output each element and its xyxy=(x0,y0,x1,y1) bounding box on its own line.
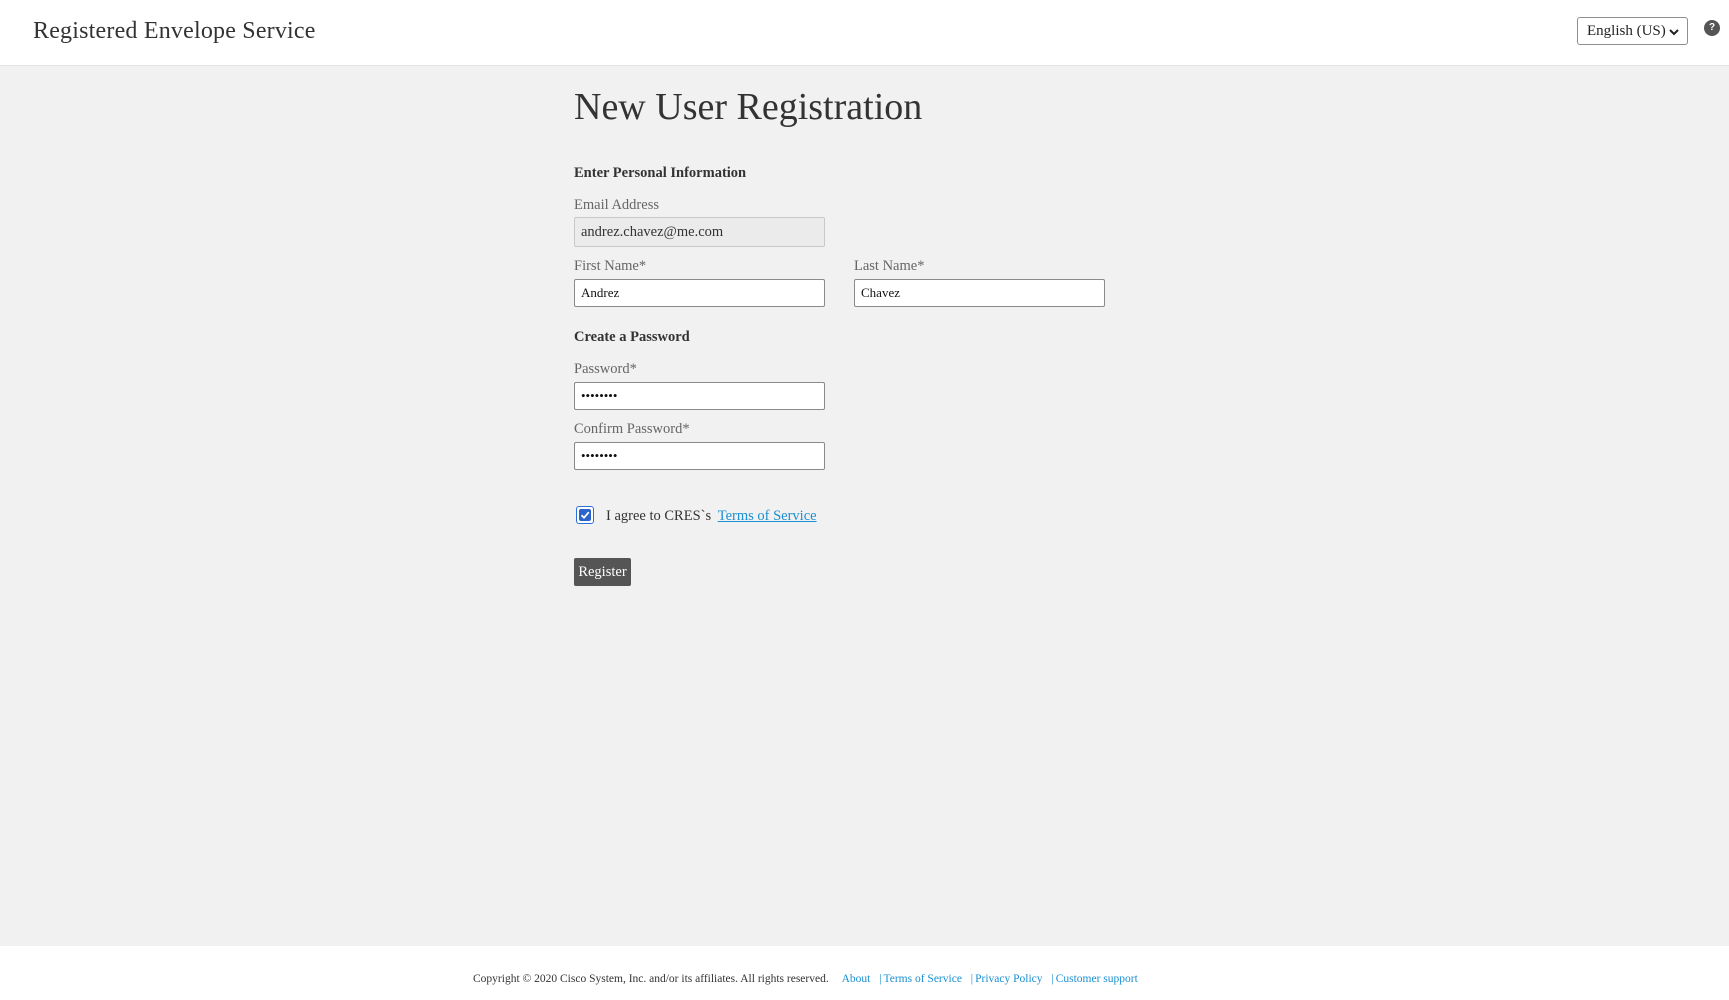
app-title: Registered Envelope Service xyxy=(33,18,316,44)
password-label: Password* xyxy=(574,361,637,377)
agree-label: I agree to CRES`s xyxy=(606,508,712,524)
footer-content: Copyright © 2020 Cisco System, Inc. and/… xyxy=(473,973,1138,985)
page-title: New User Registration xyxy=(574,86,923,128)
password-field[interactable] xyxy=(574,382,825,410)
terms-checkbox[interactable] xyxy=(576,506,594,524)
checkmark-icon xyxy=(580,511,590,520)
top-header: Registered Envelope Service English (US)… xyxy=(0,0,1729,66)
footer-about-link[interactable]: About xyxy=(842,973,871,985)
footer: Copyright © 2020 Cisco System, Inc. and/… xyxy=(0,946,1729,1000)
footer-support-link[interactable]: Customer support xyxy=(1056,973,1138,985)
footer-terms-link[interactable]: Terms of Service xyxy=(884,973,962,985)
footer-privacy-link[interactable]: Privacy Policy xyxy=(975,973,1042,985)
confirm-password-label: Confirm Password* xyxy=(574,421,690,437)
first-name-field[interactable] xyxy=(574,279,825,307)
email-label: Email Address xyxy=(574,197,659,213)
copyright-text: Copyright © 2020 Cisco System, Inc. and/… xyxy=(473,973,829,985)
personal-info-heading: Enter Personal Information xyxy=(574,165,747,181)
password-heading: Create a Password xyxy=(574,329,690,345)
chevron-down-icon xyxy=(1669,29,1679,36)
terms-agreement: I agree to CRES`s Terms of Service xyxy=(606,508,817,525)
footer-separator: | xyxy=(970,973,974,985)
email-field[interactable] xyxy=(574,217,825,247)
help-icon[interactable]: ? xyxy=(1704,20,1720,36)
language-select[interactable]: English (US) xyxy=(1577,17,1688,45)
footer-separator: | xyxy=(879,973,882,985)
language-select-value: English (US) xyxy=(1587,23,1666,39)
terms-of-service-link[interactable]: Terms of Service xyxy=(718,508,817,524)
register-button[interactable]: Register xyxy=(574,558,631,586)
footer-separator: | xyxy=(1051,973,1054,985)
first-name-label: First Name* xyxy=(574,258,647,274)
last-name-field[interactable] xyxy=(854,279,1105,307)
confirm-password-field[interactable] xyxy=(574,442,825,470)
last-name-label: Last Name* xyxy=(854,258,925,274)
